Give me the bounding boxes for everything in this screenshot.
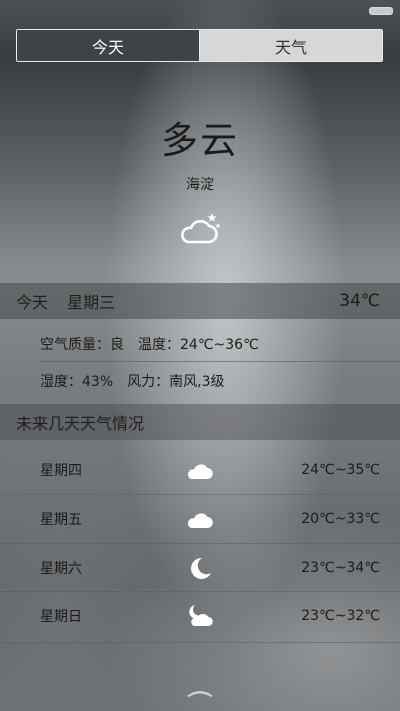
- forecast-day: 星期六: [40, 561, 82, 577]
- pull-up-handle-icon[interactable]: [185, 686, 215, 698]
- air-temp-row: 空气质量：良 温度：24℃~36℃: [40, 324, 400, 364]
- tab-bar: 今天 天气: [16, 29, 383, 62]
- tab-today[interactable]: 今天: [17, 30, 200, 61]
- divider: [0, 642, 400, 643]
- humidity-wind-row: 湿度：43% 风力：南风,3级: [40, 361, 400, 401]
- forecast-row: 星期五 20℃~33℃: [0, 495, 400, 543]
- wind: 风力：南风,3级: [127, 374, 225, 390]
- today-label: 今天: [16, 293, 49, 312]
- forecast-row: 星期四 24℃~35℃: [0, 446, 400, 494]
- forecast-day: 星期四: [40, 463, 82, 479]
- cloud-night-icon: [181, 213, 221, 244]
- forecast-temp-range: 24℃~35℃: [301, 462, 380, 478]
- moon-icon: [191, 557, 211, 579]
- today-summary-bar: 今天 星期三 34℃: [0, 283, 400, 319]
- today-weekday: 星期三: [67, 293, 116, 312]
- forecast-day: 星期五: [40, 512, 82, 528]
- humidity: 湿度：43%: [40, 374, 114, 390]
- temperature-range: 温度：24℃~36℃: [138, 337, 259, 353]
- tab-weather[interactable]: 天气: [200, 30, 382, 61]
- cloud-icon: [187, 513, 213, 529]
- forecast-header: 未来几天天气情况: [0, 404, 400, 440]
- forecast-row: 星期六 23℃~34℃: [0, 544, 400, 592]
- moon-cloud-icon: [189, 605, 213, 627]
- location-label: 海淀: [186, 177, 214, 193]
- forecast-title: 未来几天天气情况: [16, 414, 145, 433]
- forecast-row: 星期日 23℃~32℃: [0, 592, 400, 640]
- air-quality: 空气质量：良: [40, 337, 124, 353]
- cloud-icon: [187, 464, 213, 480]
- current-temperature: 34℃: [339, 291, 380, 311]
- battery-icon: [369, 7, 393, 15]
- forecast-temp-range: 23℃~34℃: [301, 560, 380, 576]
- forecast-day: 星期日: [40, 609, 82, 625]
- weather-condition: 多云: [161, 119, 239, 162]
- forecast-temp-range: 20℃~33℃: [301, 511, 380, 527]
- forecast-temp-range: 23℃~32℃: [301, 608, 380, 624]
